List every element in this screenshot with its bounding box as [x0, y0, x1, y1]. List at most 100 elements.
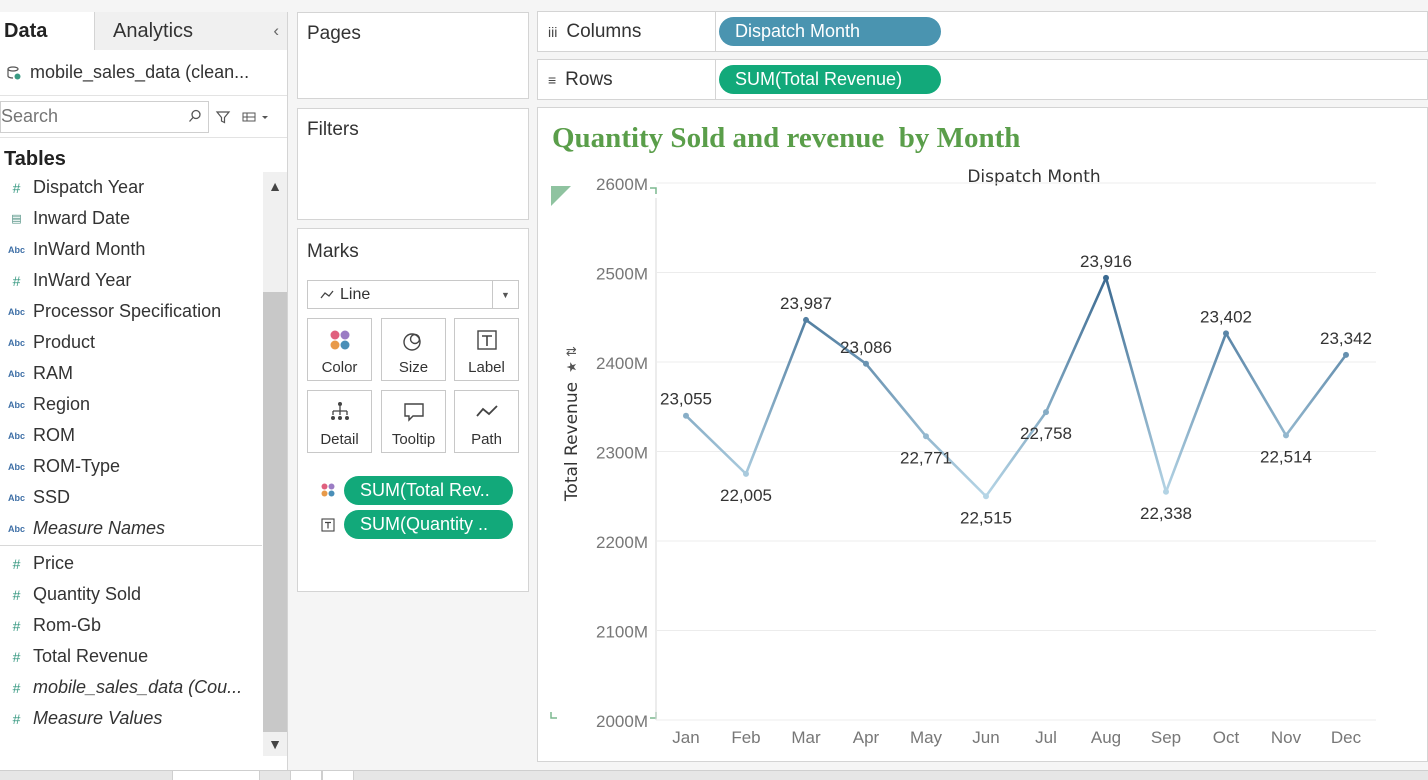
x-tick-label: Oct — [1213, 728, 1240, 747]
chevron-left-icon[interactable]: ‹ — [273, 21, 279, 41]
mark-type-select[interactable]: Line ▼ — [307, 280, 519, 309]
x-tick-label: Mar — [791, 728, 821, 747]
data-point — [803, 316, 809, 323]
sheet-tab[interactable] — [172, 771, 260, 780]
series-line-segment — [864, 362, 928, 438]
series-line-segment — [744, 318, 808, 476]
columns-shelf[interactable]: Dispatch Month — [716, 11, 1428, 52]
filter-icon[interactable] — [215, 109, 231, 125]
field-name: Dispatch Year — [33, 177, 145, 197]
search-icon — [189, 109, 201, 122]
number-type-icon: # — [12, 272, 21, 289]
string-type-icon: Abc — [7, 337, 25, 348]
field-name: Measure Values — [33, 708, 163, 728]
field-measure-names[interactable]: Abc Measure Names — [0, 513, 262, 544]
label-icon — [477, 330, 497, 350]
field-total-revenue[interactable]: # Total Revenue — [0, 641, 262, 672]
tab-data[interactable]: Data — [0, 12, 95, 50]
scroll-down-icon[interactable]: ▼ — [263, 732, 287, 756]
field-product[interactable]: Abc Product — [0, 327, 262, 358]
y-tick-label: 2400M — [596, 354, 648, 373]
label-label: Label — [468, 359, 505, 376]
field-mobile-sales-data-cou[interactable]: # mobile_sales_data (Cou... — [0, 672, 262, 703]
field-ssd[interactable]: Abc SSD — [0, 482, 262, 513]
field-name: Measure Names — [33, 518, 166, 538]
y-tick-label: 2200M — [596, 533, 648, 552]
x-tick-label: Dec — [1331, 728, 1362, 747]
number-type-icon: # — [12, 586, 21, 603]
field-region[interactable]: Abc Region — [0, 389, 262, 420]
field-processor-specification[interactable]: Abc Processor Specification — [0, 296, 262, 327]
rows-label: Rows — [565, 68, 613, 90]
data-label: 23,916 — [1080, 252, 1132, 271]
series-line-segment — [684, 414, 748, 476]
field-measure-values[interactable]: # Measure Values — [0, 703, 262, 734]
field-list-scrollbar[interactable]: ▲ ▼ — [263, 172, 287, 756]
filters-shelf[interactable]: Filters — [297, 108, 529, 220]
filters-title: Filters — [307, 119, 359, 140]
color-button[interactable]: Color — [307, 318, 372, 381]
string-type-icon: Abc — [7, 523, 25, 534]
x-tick-label: Jun — [972, 728, 999, 747]
number-type-icon: # — [12, 555, 21, 572]
field-name: mobile_sales_data (Cou... — [33, 677, 243, 697]
field-inward-month[interactable]: Abc InWard Month — [0, 234, 262, 265]
path-button[interactable]: Path — [454, 390, 519, 453]
field-dispatch-year[interactable]: # Dispatch Year — [0, 172, 262, 203]
field-quantity-sold[interactable]: # Quantity Sold — [0, 579, 262, 610]
worksheet-view: Quantity Sold and revenue by Month Dispa… — [537, 107, 1428, 762]
rows-shelf-label: ≡ Rows — [537, 59, 716, 100]
corner-handle — [650, 187, 657, 194]
data-point — [683, 412, 689, 419]
columns-pill-dispatch-month[interactable]: Dispatch Month — [719, 17, 941, 46]
x-tick-label: Jan — [672, 728, 699, 747]
columns-shelf-label: iii Columns — [537, 11, 716, 52]
field-inward-date[interactable]: ▤ Inward Date — [0, 203, 262, 234]
view-options-icon[interactable] — [241, 109, 271, 125]
tab-analytics[interactable]: Analytics ‹ — [95, 12, 287, 50]
pages-title: Pages — [307, 23, 361, 44]
tooltip-button[interactable]: Tooltip — [381, 390, 446, 453]
field-rom-type[interactable]: Abc ROM-Type — [0, 451, 262, 482]
tooltip-icon — [404, 403, 424, 422]
string-type-icon: Abc — [7, 492, 25, 503]
field-inward-year[interactable]: # InWard Year — [0, 265, 262, 296]
size-button[interactable]: Size — [381, 318, 446, 381]
field-rom[interactable]: Abc ROM — [0, 420, 262, 451]
field-name: Total Revenue — [33, 646, 149, 666]
string-type-icon: Abc — [7, 430, 25, 441]
data-label: 23,402 — [1200, 307, 1252, 326]
x-tick-label: Feb — [731, 728, 760, 747]
number-type-icon: # — [12, 617, 21, 634]
rows-shelf[interactable]: SUM(Total Revenue) — [716, 59, 1428, 100]
data-source[interactable]: mobile_sales_data (clean... — [0, 50, 287, 96]
field-name: Price — [33, 553, 75, 573]
scroll-up-icon[interactable]: ▲ — [263, 174, 287, 198]
data-label: 23,055 — [660, 390, 712, 409]
field-price[interactable]: # Price — [0, 548, 262, 579]
label-encoding-icon — [321, 518, 335, 532]
sheet-tab[interactable] — [290, 771, 322, 780]
size-icon — [403, 333, 421, 351]
pages-shelf[interactable]: Pages — [297, 12, 529, 99]
tooltip-label: Tooltip — [391, 431, 436, 448]
marks-pill-total-revenue[interactable]: SUM(Total Rev.. — [344, 476, 513, 505]
sheet-tab[interactable] — [322, 771, 354, 780]
field-name: Processor Specification — [33, 301, 222, 321]
rows-pill-total-revenue[interactable]: SUM(Total Revenue) — [719, 65, 941, 94]
marks-pill-quantity[interactable]: SUM(Quantity .. — [344, 510, 513, 539]
search-input[interactable] — [1, 102, 181, 131]
number-type-icon: # — [12, 710, 21, 727]
path-label: Path — [471, 431, 502, 448]
color-encoding-icon — [321, 483, 335, 497]
chevron-down-icon[interactable]: ▼ — [492, 281, 518, 308]
string-type-icon: Abc — [7, 368, 25, 379]
columns-icon: iii — [548, 23, 558, 40]
field-rom-gb[interactable]: # Rom-Gb — [0, 610, 262, 641]
scroll-thumb[interactable] — [263, 292, 287, 732]
detail-button[interactable]: Detail — [307, 390, 372, 453]
x-tick-label: Nov — [1271, 728, 1302, 747]
path-icon — [476, 405, 498, 417]
field-ram[interactable]: Abc RAM — [0, 358, 262, 389]
label-button[interactable]: Label — [454, 318, 519, 381]
